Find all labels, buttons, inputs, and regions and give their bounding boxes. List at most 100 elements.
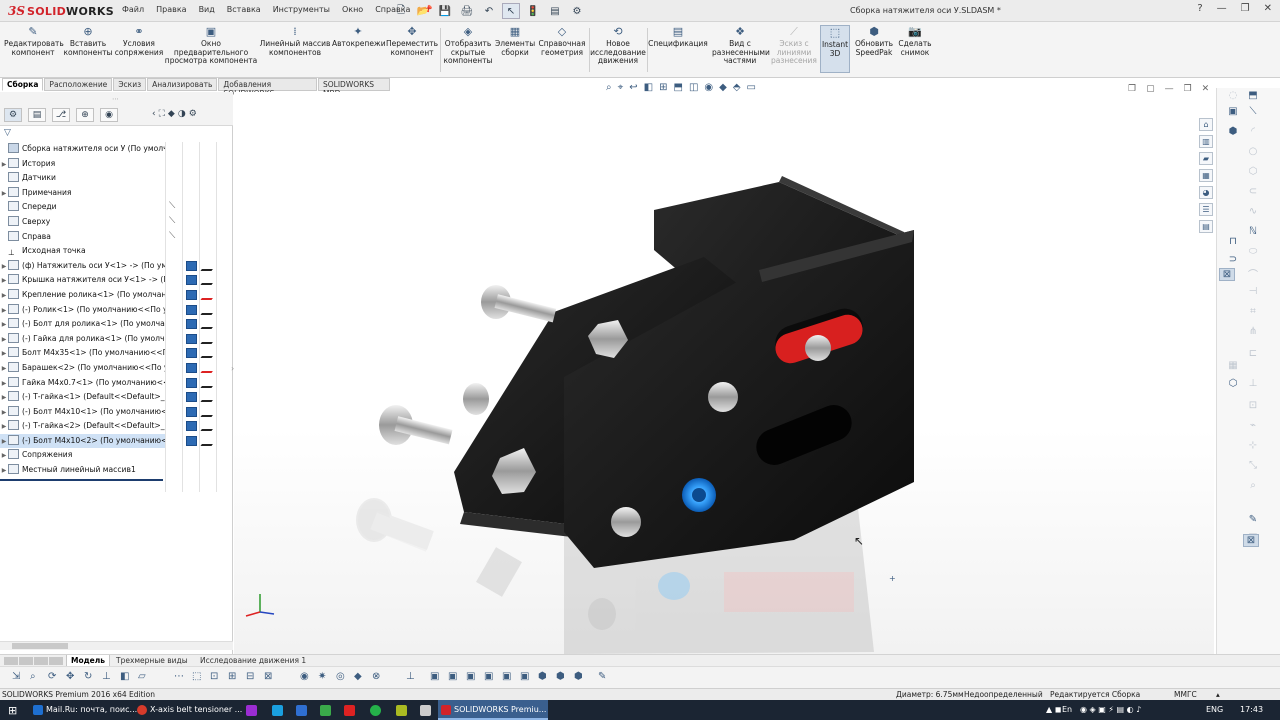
mate-button[interactable]: ⚭ Условия сопряжения xyxy=(114,26,164,57)
tree-item-component[interactable]: ▶(-) Т-гайка<2> (Default<<Default>_Phant… xyxy=(0,419,165,434)
pattern-icon[interactable]: ▦ xyxy=(1225,360,1241,371)
new-motion-study-button[interactable]: ⟲ Новое исследование движения xyxy=(590,26,646,66)
display-mode-icon[interactable] xyxy=(186,392,197,403)
trim-icon[interactable]: ⋔ xyxy=(1245,326,1261,337)
appearances-icon[interactable]: ◕ xyxy=(1199,186,1213,199)
solidworks-resources-icon[interactable]: ⌂ xyxy=(1199,118,1213,131)
isometric-view-icon[interactable]: ▣ xyxy=(520,671,529,682)
tab-layout[interactable]: Расположение xyxy=(44,78,113,91)
front-view-icon[interactable]: ⊥ xyxy=(406,671,415,682)
right-view-icon[interactable]: ▣ xyxy=(466,671,475,682)
extrude-icon[interactable]: ⬢ xyxy=(1225,126,1241,137)
expand-arrow-icon[interactable]: ▶ xyxy=(0,274,8,288)
photoshop-icon[interactable] xyxy=(272,705,283,716)
take-snapshot-button[interactable]: 📷 Сделать снимок xyxy=(896,26,934,57)
apply-scene-icon[interactable]: ⬘ xyxy=(733,82,741,93)
rebuild-icon[interactable]: 🚦 xyxy=(524,3,542,19)
smart-fasteners-button[interactable]: ✦ Автокрепежи xyxy=(332,26,386,49)
display-mode-icon[interactable] xyxy=(186,436,197,446)
expand-arrow-icon[interactable]: ▶ xyxy=(0,391,8,405)
tree-item-mates[interactable]: ▶ Сопряжения xyxy=(0,448,165,463)
show-hidden-components-button[interactable]: ◈ Отобразить скрытые компоненты xyxy=(442,26,494,66)
pan-icon[interactable]: ✥ xyxy=(66,671,74,682)
view-palette-icon[interactable]: ▦ xyxy=(1199,169,1213,182)
graphics-area[interactable]: + xyxy=(234,92,1214,654)
menu-window[interactable]: Окно xyxy=(342,5,363,14)
lights-icon[interactable]: ✷ xyxy=(318,671,326,682)
tab-sketch[interactable]: Эскиз xyxy=(113,78,147,91)
print-icon[interactable]: 🖨 xyxy=(458,3,476,19)
tree-item-component[interactable]: ▶(ф) Натяжитель оси У<1> -> (По умолчани… xyxy=(0,259,165,274)
expand-arrow-icon[interactable]: ▶ xyxy=(0,406,8,420)
convert-icon[interactable]: ⊏ xyxy=(1245,348,1261,359)
bolt-m4x10-2[interactable] xyxy=(379,405,453,445)
display-mode-icon[interactable] xyxy=(186,348,197,359)
filter-dims-icon[interactable]: ⊞ xyxy=(228,671,236,682)
tree-item-annotations[interactable]: ▶ Примечания xyxy=(0,186,165,201)
view-orientation-icon[interactable]: ⬒ xyxy=(673,82,682,93)
tree-item-component[interactable]: ▶Крепление ролика<1> (По умолчанию<<По у… xyxy=(0,288,165,303)
filter-surfaces-icon[interactable]: ⊠ xyxy=(264,671,272,682)
options-gear-icon[interactable]: ⚙ xyxy=(568,3,586,19)
circle-icon[interactable]: ○ xyxy=(1245,146,1261,157)
assembly-3d-view[interactable]: + xyxy=(234,92,1214,654)
tray-en[interactable]: En xyxy=(1062,700,1072,720)
zoom-to-area-icon[interactable]: ⌖ xyxy=(618,82,624,93)
expand-arrow-icon[interactable]: ▶ xyxy=(0,158,8,172)
slot-icon[interactable]: ⊂ xyxy=(1245,186,1261,197)
bolt-m4x35[interactable] xyxy=(481,285,557,323)
edit-icon[interactable]: ✎ xyxy=(1245,514,1261,525)
bottom-view-icon[interactable]: ▣ xyxy=(502,671,511,682)
display-mode-icon[interactable] xyxy=(186,377,197,388)
section-icon[interactable]: ◧ xyxy=(120,671,129,682)
expand-arrow-icon[interactable]: ▶ xyxy=(0,318,8,332)
back-view-icon[interactable]: ▣ xyxy=(430,671,439,682)
save-icon[interactable]: 💾 xyxy=(436,3,454,19)
mirror-icon[interactable]: ⊃ xyxy=(1225,254,1241,265)
app-yellow-icon[interactable] xyxy=(396,705,407,716)
assembly-features-button[interactable]: ▦ Элементы сборки xyxy=(495,26,535,57)
dimetric-view-icon[interactable]: ⬢ xyxy=(556,671,565,682)
tree-item-component[interactable]: ▶Барашек<2> (По умолчанию<<По умолчанию>… xyxy=(0,361,165,376)
units-dropdown-icon[interactable]: ▴ xyxy=(1216,690,1220,699)
move-entities-icon[interactable]: ⊹ xyxy=(1245,440,1261,451)
display-mode-icon[interactable] xyxy=(186,406,197,417)
filter-faces-icon[interactable]: ⬚ xyxy=(192,671,201,682)
close-icon[interactable]: ✕ xyxy=(1264,3,1272,14)
tree-item-top-plane[interactable]: Сверху xyxy=(0,215,165,230)
feature-tree-tab-icon[interactable]: ⚙ xyxy=(4,108,22,122)
viewport-maximize-icon[interactable]: ❐ xyxy=(1184,84,1192,94)
socket-cap[interactable] xyxy=(611,507,641,537)
dimxpert-tab-icon[interactable]: ⊕ xyxy=(76,108,94,122)
hidden-plane-icon[interactable]: ⟍ xyxy=(169,216,175,226)
viewport-tile-icon[interactable]: ▢ xyxy=(1146,84,1155,94)
phantom-bolt[interactable] xyxy=(358,500,433,552)
fillet-icon[interactable]: ⌒ xyxy=(1245,266,1261,281)
property-manager-tab-icon[interactable]: ▤ xyxy=(28,108,46,122)
tree-item-component[interactable]: ▶(-) Болт М4х10<1> (По умолчанию<<По умо… xyxy=(0,405,165,420)
instant3d-toggle-icon[interactable]: ⊠ xyxy=(1219,268,1235,281)
display-mode-icon[interactable] xyxy=(186,333,197,344)
tray-icons[interactable]: ▲ ◼ xyxy=(1046,700,1061,720)
tree-root-assembly[interactable]: Сборка натяжителя оси У (По умолчанию<По… xyxy=(0,142,165,157)
zoom-icon[interactable]: ⌕ xyxy=(30,671,36,682)
restore-icon[interactable]: ❐ xyxy=(1241,3,1250,14)
menu-insert[interactable]: Вставка xyxy=(227,5,261,14)
rotate-icon[interactable]: ⟳ xyxy=(48,671,56,682)
trimetric-view-icon[interactable]: ⬢ xyxy=(538,671,547,682)
explorer-icon[interactable] xyxy=(420,705,431,716)
custom-properties-icon[interactable]: ☰ xyxy=(1199,203,1213,216)
sketch-toggle-icon[interactable]: ⊠ xyxy=(1243,534,1259,547)
new-document-icon[interactable]: 🗋 xyxy=(392,3,410,19)
camera-icon[interactable]: ◎ xyxy=(336,671,345,682)
render-icon[interactable]: ⊗ xyxy=(372,671,380,682)
tray-language[interactable]: ENG xyxy=(1206,700,1223,720)
move-component-button[interactable]: ✥ Переместить компонент xyxy=(386,26,438,57)
undo-icon[interactable]: ↶ xyxy=(480,3,498,19)
tab-scroll-buttons[interactable] xyxy=(4,657,63,665)
hidden-plane-icon[interactable]: ⟍ xyxy=(169,231,175,241)
select-icon[interactable]: ↖ xyxy=(502,3,520,19)
component-preview-window-button[interactable]: ▣ Окно предварительного просмотра компон… xyxy=(164,26,258,66)
roll-icon[interactable]: ↻ xyxy=(84,671,92,682)
offset-icon[interactable]: ⌗ xyxy=(1245,306,1261,317)
